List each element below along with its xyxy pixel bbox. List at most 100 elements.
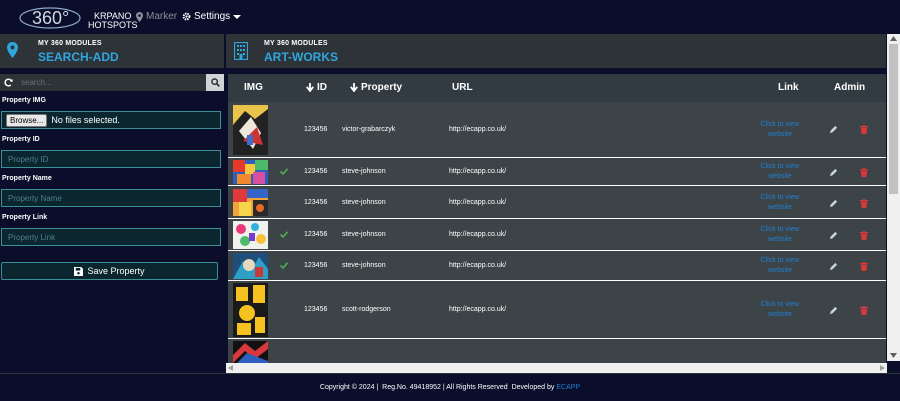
row-id: 123456 (304, 231, 328, 238)
horizontal-scrollbar[interactable] (226, 363, 887, 373)
trash-icon[interactable] (860, 125, 868, 134)
art-works-subtitle: MY 360 MODULES (264, 40, 328, 47)
view-website-link[interactable]: Click to view website (758, 120, 802, 140)
artwork-thumbnail[interactable] (233, 189, 268, 216)
nav-marker[interactable]: Marker (136, 11, 177, 22)
row-id: 123456 (304, 168, 328, 175)
row-property: steve-johnson (342, 231, 386, 238)
table-row (228, 339, 886, 363)
pencil-icon[interactable] (829, 125, 838, 134)
trash-icon[interactable] (860, 168, 868, 177)
view-website-link[interactable]: Click to view website (758, 256, 802, 276)
artwork-thumbnail[interactable] (233, 221, 268, 249)
row-id: 123456 (304, 306, 328, 313)
trash-icon[interactable] (860, 306, 868, 315)
artwork-thumbnail[interactable] (233, 341, 268, 363)
trash-icon[interactable] (860, 199, 868, 208)
table-row: 123456 steve-johnson http://ecapp.co.uk/… (228, 219, 886, 251)
view-website-link[interactable]: Click to view website (758, 300, 802, 320)
scroll-up-icon[interactable] (890, 36, 897, 41)
row-property: victor-grabarczyk (342, 126, 396, 133)
pencil-icon[interactable] (829, 199, 838, 208)
col-url: URL (452, 82, 473, 93)
artwork-thumbnail[interactable] (233, 283, 268, 337)
save-icon (74, 266, 84, 276)
property-id-label: Property ID (2, 136, 40, 143)
table-row: 123456 scott-rodgerson http://ecapp.co.u… (228, 281, 886, 339)
vertical-scrollbar-thumb[interactable] (889, 44, 898, 194)
scroll-down-icon[interactable] (890, 353, 897, 358)
row-url: http://ecapp.co.uk/ (449, 168, 507, 175)
nav-settings-dropdown[interactable]: Settings (182, 11, 242, 22)
logo-number: 360° (32, 8, 69, 28)
table-row: 123456 victor-grabarczyk http://ecapp.co… (228, 102, 886, 158)
pencil-icon[interactable] (829, 306, 838, 315)
col-link: Link (778, 82, 799, 93)
gear-icon (182, 12, 191, 21)
search-add-subtitle: MY 360 MODULES (38, 40, 102, 47)
refresh-button[interactable] (0, 74, 16, 91)
footer: Copyright © 2024 | Reg.No. 49418952 | Al… (0, 373, 900, 401)
row-property: steve-johnson (342, 168, 386, 175)
search-add-header: MY 360 MODULES SEARCH-ADD (0, 34, 224, 68)
table-header: IMG ID Property URL Link Admin (228, 74, 886, 102)
col-property[interactable]: Property (350, 82, 402, 93)
row-url: http://ecapp.co.uk/ (449, 199, 507, 206)
view-website-link[interactable]: Click to view website (758, 193, 802, 213)
property-img-file-input[interactable]: Browse... No files selected. (1, 111, 221, 129)
view-website-link[interactable]: Click to view website (758, 225, 802, 245)
search-button[interactable] (206, 74, 224, 91)
property-link-input[interactable] (1, 228, 221, 246)
property-name-input[interactable] (1, 189, 221, 207)
row-url: http://ecapp.co.uk/ (449, 126, 507, 133)
vertical-scrollbar[interactable] (887, 34, 900, 361)
art-works-table: IMG ID Property URL Link Admin 123456 vi… (228, 74, 886, 363)
scroll-right-icon[interactable] (880, 365, 885, 371)
trash-icon[interactable] (860, 231, 868, 240)
art-works-title: ART-WORKS (264, 50, 338, 64)
col-img: IMG (244, 82, 263, 93)
browse-button[interactable]: Browse... (6, 113, 48, 127)
map-marker-icon (7, 42, 18, 58)
artwork-thumbnail[interactable] (233, 253, 268, 279)
save-property-button[interactable]: Save Property (1, 262, 218, 280)
art-works-header: MY 360 MODULES ART-WORKS (226, 34, 886, 68)
pencil-icon[interactable] (829, 168, 838, 177)
building-icon (234, 42, 248, 60)
table-row: 123456 steve-johnson http://ecapp.co.uk/… (228, 158, 886, 186)
sort-arrow-down-icon (306, 83, 314, 92)
footer-copyright: Copyright © 2024 | Reg.No. 49418952 | Al… (319, 384, 557, 391)
search-add-panel: Property IMG Browse... No files selected… (0, 68, 224, 373)
row-id: 123456 (304, 126, 328, 133)
view-website-link[interactable]: Click to view website (758, 162, 802, 182)
col-admin: Admin (834, 82, 866, 93)
pencil-icon[interactable] (829, 262, 838, 271)
row-url: http://ecapp.co.uk/ (449, 306, 507, 313)
search-bar (0, 74, 224, 91)
property-id-input[interactable] (1, 150, 221, 168)
col-id[interactable]: ID (306, 82, 327, 93)
refresh-icon (3, 78, 13, 87)
footer-developer-link[interactable]: ECAPP (556, 384, 580, 391)
pencil-icon[interactable] (829, 231, 838, 240)
logo[interactable]: 360° KRPANO HOTSPOTS (18, 4, 138, 30)
check-icon (280, 231, 288, 238)
property-name-label: Property Name (2, 175, 52, 182)
row-property: steve-johnson (342, 199, 386, 206)
art-works-panel: IMG ID Property URL Link Admin 123456 vi… (226, 68, 886, 363)
search-input[interactable] (16, 74, 206, 91)
row-property: steve-johnson (342, 262, 386, 269)
logo-text: KRPANO HOTSPOTS (88, 12, 138, 30)
logo-line2: HOTSPOTS (88, 20, 138, 30)
property-img-label: Property IMG (2, 97, 46, 104)
search-add-title: SEARCH-ADD (38, 50, 119, 64)
trash-icon[interactable] (860, 262, 868, 271)
table-row: 123456 steve-johnson http://ecapp.co.uk/… (228, 186, 886, 219)
scroll-left-icon[interactable] (228, 365, 233, 371)
save-property-label: Save Property (87, 266, 145, 276)
check-icon (280, 168, 288, 175)
artwork-thumbnail[interactable] (233, 160, 268, 184)
check-icon (280, 262, 288, 269)
search-icon (210, 78, 220, 87)
artwork-thumbnail[interactable] (233, 105, 268, 155)
